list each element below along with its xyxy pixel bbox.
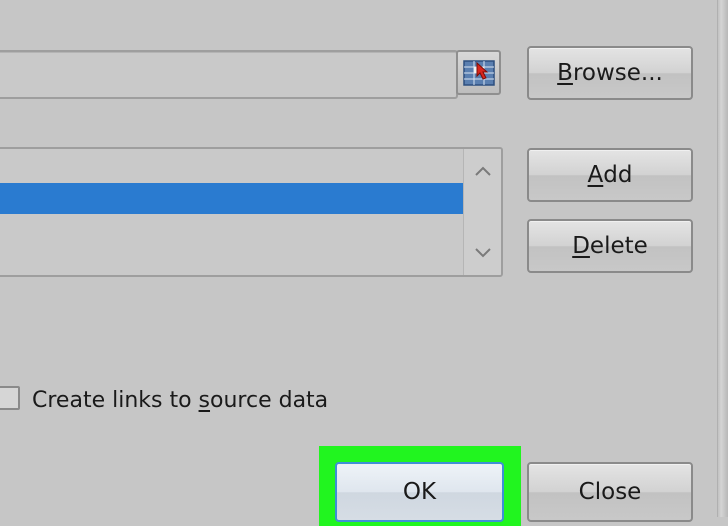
scroll-up-button[interactable] — [464, 157, 501, 185]
vertical-scrollbar[interactable] — [463, 149, 501, 275]
add-label-post: dd — [603, 162, 633, 188]
add-button[interactable]: Add — [527, 148, 693, 202]
reference-input[interactable] — [0, 50, 458, 99]
range-select-icon — [462, 59, 495, 86]
collapse-dialog-button[interactable] — [456, 50, 501, 95]
window-edge — [717, 0, 728, 517]
list-item-selected[interactable] — [0, 183, 464, 214]
delete-button[interactable]: Delete — [527, 219, 693, 273]
create-links-label-post: ource data — [210, 388, 329, 413]
close-button[interactable]: Close — [527, 462, 693, 522]
chevron-down-icon — [474, 248, 491, 258]
browse-button[interactable]: Browse... — [527, 46, 693, 100]
browse-label-post: rowse... — [572, 60, 663, 86]
create-links-label[interactable]: Create links to source data — [32, 386, 328, 416]
create-links-label-pre: Create links to — [32, 388, 199, 413]
add-label-mnemonic: A — [587, 162, 604, 188]
create-links-label-mnemonic: s — [198, 388, 211, 413]
scroll-down-button[interactable] — [464, 239, 501, 267]
delete-label-mnemonic: D — [572, 233, 590, 259]
delete-label-post: elete — [589, 233, 648, 259]
references-list[interactable] — [0, 147, 503, 277]
browse-label-mnemonic: B — [557, 60, 573, 86]
ok-button[interactable]: OK — [335, 462, 504, 522]
create-links-checkbox[interactable] — [0, 386, 20, 410]
chevron-up-icon — [474, 166, 491, 176]
